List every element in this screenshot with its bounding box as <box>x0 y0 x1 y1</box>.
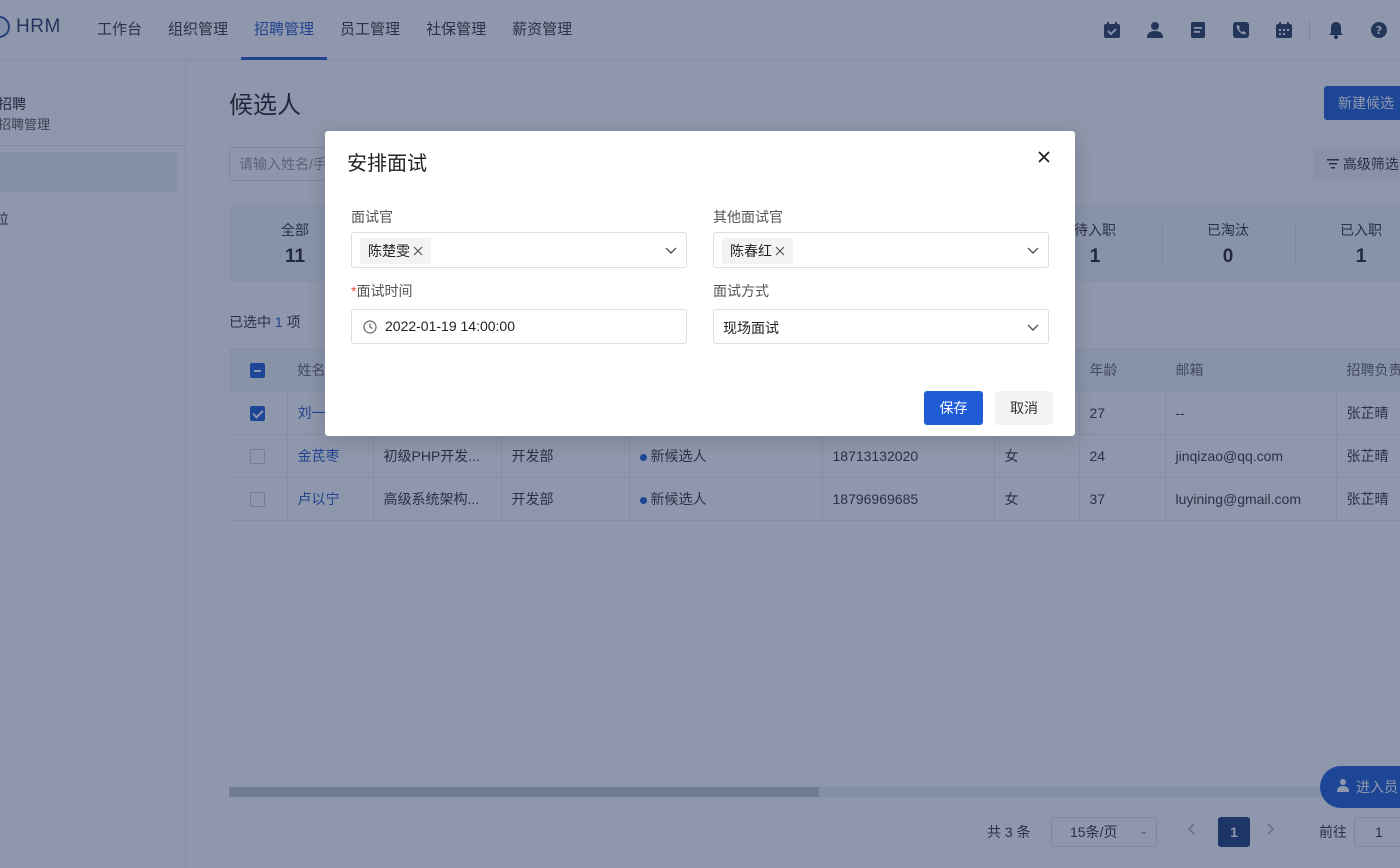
cancel-button[interactable]: 取消 <box>995 391 1053 425</box>
interview-mode-label: 面试方式 <box>713 283 769 299</box>
chevron-down-icon <box>1027 247 1039 254</box>
other-interviewer-tag: 陈春红 <box>722 238 793 264</box>
close-icon[interactable] <box>1034 147 1054 167</box>
interview-mode-select[interactable]: 现场面试 <box>713 309 1049 344</box>
interview-time-value: 2022-01-19 14:00:00 <box>385 318 515 334</box>
other-interviewer-select[interactable]: 陈春红 <box>713 232 1049 268</box>
interview-mode-value: 现场面试 <box>723 320 779 336</box>
other-interviewer-tag-text: 陈春红 <box>730 243 772 259</box>
clock-icon <box>363 320 377 334</box>
save-button[interactable]: 保存 <box>924 391 983 425</box>
schedule-interview-dialog: 安排面试 面试官 陈楚雯 其他面试官 陈春红 *面试时间 2022-01-19 … <box>325 131 1075 436</box>
interviewer-tag-text: 陈楚雯 <box>368 243 410 259</box>
interviewer-label: 面试官 <box>351 209 393 225</box>
other-interviewer-label: 其他面试官 <box>713 209 783 225</box>
interviewer-select[interactable]: 陈楚雯 <box>351 232 687 268</box>
interview-time-label-text: 面试时间 <box>356 283 413 299</box>
interviewer-tag: 陈楚雯 <box>360 238 431 264</box>
chevron-down-icon <box>1027 324 1039 331</box>
tag-close-icon[interactable] <box>775 246 785 256</box>
dialog-title: 安排面试 <box>347 153 427 175</box>
chevron-down-icon <box>665 247 677 254</box>
interview-time-label: *面试时间 <box>351 281 412 301</box>
interview-time-picker[interactable]: 2022-01-19 14:00:00 <box>351 309 687 344</box>
tag-close-icon[interactable] <box>413 246 423 256</box>
